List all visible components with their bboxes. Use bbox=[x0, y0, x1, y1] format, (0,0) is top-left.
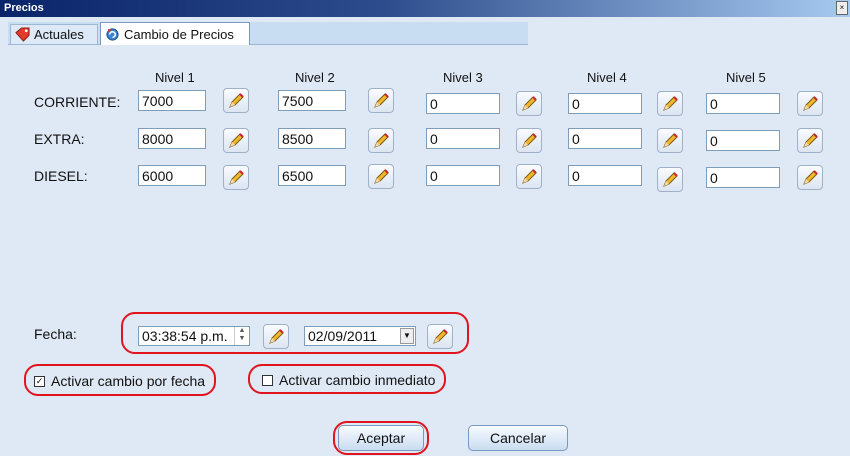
precios-window: Precios × Actuales Cambio de Precios Niv… bbox=[0, 0, 850, 456]
price-diesel-nivel-1[interactable]: 6000 bbox=[138, 165, 206, 186]
pencil-icon bbox=[374, 169, 389, 184]
edit-corriente-nivel-3[interactable] bbox=[516, 91, 542, 116]
edit-diesel-nivel-5[interactable] bbox=[797, 165, 823, 190]
activar-cambio-fecha-checkbox[interactable]: ✓ Activar cambio por fecha bbox=[34, 373, 205, 389]
edit-diesel-nivel-2[interactable] bbox=[368, 164, 394, 189]
aceptar-button[interactable]: Aceptar bbox=[338, 425, 424, 451]
window-title: Precios bbox=[4, 2, 44, 14]
date-picker[interactable]: 02/09/2011 ▼ bbox=[304, 326, 416, 346]
fecha-label: Fecha: bbox=[34, 326, 77, 342]
activar-fecha-label: Activar cambio por fecha bbox=[51, 373, 206, 389]
title-bar: Precios × bbox=[0, 0, 850, 17]
pencil-icon bbox=[663, 172, 678, 187]
chevron-down-icon[interactable]: ▼ bbox=[400, 328, 414, 344]
edit-extra-nivel-3[interactable] bbox=[516, 128, 542, 153]
edit-diesel-nivel-1[interactable] bbox=[223, 165, 249, 190]
pencil-icon bbox=[229, 133, 244, 148]
price-extra-nivel-3[interactable]: 0 bbox=[426, 128, 500, 149]
edit-extra-nivel-1[interactable] bbox=[223, 128, 249, 153]
time-spinner[interactable]: ▲ ▼ bbox=[234, 327, 249, 345]
pencil-icon bbox=[803, 96, 818, 111]
price-extra-nivel-1[interactable]: 8000 bbox=[138, 128, 206, 149]
pencil-icon bbox=[663, 96, 678, 111]
edit-extra-nivel-4[interactable] bbox=[657, 128, 683, 153]
tab-cambio-label: Cambio de Precios bbox=[124, 26, 234, 42]
date-value: 02/09/2011 bbox=[308, 328, 378, 344]
nivel-5-header: Nivel 5 bbox=[726, 70, 766, 85]
nivel-2-header: Nivel 2 bbox=[295, 70, 335, 85]
pencil-icon bbox=[374, 93, 389, 108]
edit-extra-nivel-5[interactable] bbox=[797, 128, 823, 153]
price-extra-nivel-2[interactable]: 8500 bbox=[278, 128, 346, 149]
price-corriente-nivel-3[interactable]: 0 bbox=[426, 93, 500, 114]
price-tag-icon bbox=[15, 27, 30, 42]
time-value: 03:38:54 p.m. bbox=[142, 328, 228, 344]
pencil-icon bbox=[229, 170, 244, 185]
price-extra-nivel-5[interactable]: 0 bbox=[706, 130, 780, 151]
nivel-3-header: Nivel 3 bbox=[443, 70, 483, 85]
activar-cambio-inmediato-checkbox[interactable]: Activar cambio inmediato bbox=[262, 372, 435, 388]
edit-corriente-nivel-5[interactable] bbox=[797, 91, 823, 116]
edit-corriente-nivel-4[interactable] bbox=[657, 91, 683, 116]
tab-cambio-de-precios[interactable]: Cambio de Precios bbox=[100, 22, 250, 45]
close-icon[interactable]: × bbox=[836, 1, 848, 15]
pencil-icon bbox=[522, 96, 537, 111]
tab-actuales-label: Actuales bbox=[34, 27, 84, 42]
refresh-icon bbox=[106, 27, 119, 41]
time-picker[interactable]: 03:38:54 p.m. ▲ ▼ bbox=[138, 326, 250, 346]
pencil-icon bbox=[269, 329, 284, 344]
price-diesel-nivel-4[interactable]: 0 bbox=[568, 165, 642, 186]
pencil-icon bbox=[803, 133, 818, 148]
activar-inmediato-label: Activar cambio inmediato bbox=[279, 372, 436, 388]
row-label-extra: EXTRA: bbox=[34, 131, 85, 147]
nivel-1-header: Nivel 1 bbox=[155, 70, 195, 85]
price-diesel-nivel-2[interactable]: 6500 bbox=[278, 165, 346, 186]
nivel-4-header: Nivel 4 bbox=[587, 70, 627, 85]
price-corriente-nivel-1[interactable]: 7000 bbox=[138, 90, 206, 111]
pencil-icon bbox=[803, 170, 818, 185]
pencil-icon bbox=[522, 133, 537, 148]
pencil-icon bbox=[522, 169, 537, 184]
edit-corriente-nivel-1[interactable] bbox=[223, 88, 249, 113]
price-extra-nivel-4[interactable]: 0 bbox=[568, 128, 642, 149]
checkbox-checked-icon: ✓ bbox=[34, 375, 45, 387]
price-diesel-nivel-3[interactable]: 0 bbox=[426, 165, 500, 186]
edit-corriente-nivel-2[interactable] bbox=[368, 88, 394, 113]
edit-diesel-nivel-4[interactable] bbox=[657, 167, 683, 192]
edit-date-button[interactable] bbox=[427, 324, 453, 349]
pencil-icon bbox=[433, 329, 448, 344]
price-corriente-nivel-5[interactable]: 0 bbox=[706, 93, 780, 114]
edit-diesel-nivel-3[interactable] bbox=[516, 164, 542, 189]
edit-time-button[interactable] bbox=[263, 324, 289, 349]
row-label-diesel: DIESEL: bbox=[34, 168, 88, 184]
pencil-icon bbox=[663, 133, 678, 148]
pencil-icon bbox=[229, 93, 244, 108]
pencil-icon bbox=[374, 133, 389, 148]
cancelar-button[interactable]: Cancelar bbox=[468, 425, 568, 451]
price-corriente-nivel-2[interactable]: 7500 bbox=[278, 90, 346, 111]
tab-actuales[interactable]: Actuales bbox=[10, 24, 98, 44]
checkbox-unchecked-icon bbox=[262, 374, 273, 386]
row-label-corriente: CORRIENTE: bbox=[34, 94, 121, 110]
tab-strip: Actuales Cambio de Precios bbox=[8, 22, 528, 45]
price-diesel-nivel-5[interactable]: 0 bbox=[706, 167, 780, 188]
edit-extra-nivel-2[interactable] bbox=[368, 128, 394, 153]
price-corriente-nivel-4[interactable]: 0 bbox=[568, 93, 642, 114]
